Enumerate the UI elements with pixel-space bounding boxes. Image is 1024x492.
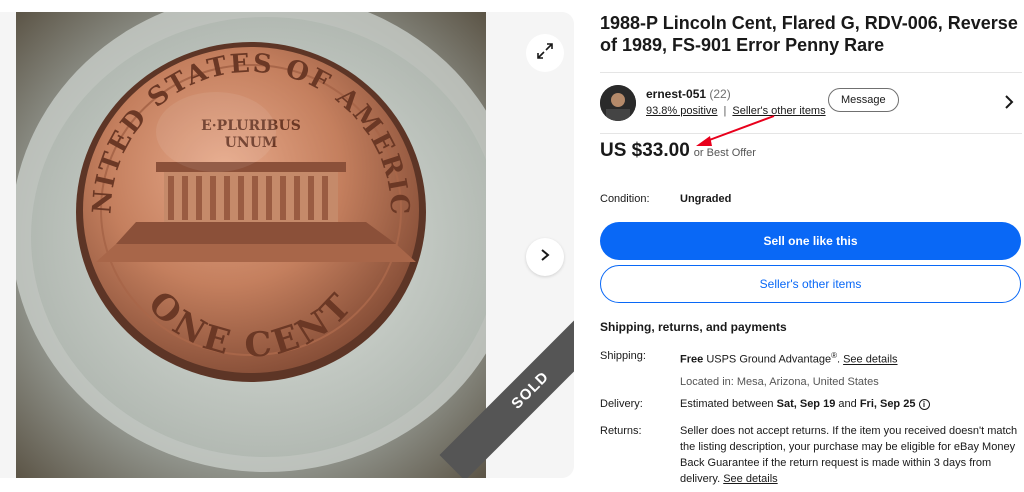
seller-avatar[interactable] xyxy=(600,85,636,121)
delivery-end: Fri, Sep 25 xyxy=(859,398,916,410)
delivery-value: Estimated between Sat, Sep 19 and Fri, S… xyxy=(680,396,1020,412)
chevron-right-icon xyxy=(538,248,552,267)
seller-feedback-count: (22) xyxy=(709,87,731,101)
delivery-row: Delivery: Estimated between Sat, Sep 19 … xyxy=(600,396,1020,412)
returns-see-details-link[interactable]: See details xyxy=(723,473,777,485)
message-label: Message xyxy=(841,94,886,106)
shipping-see-details-link[interactable]: See details xyxy=(843,354,897,366)
shipping-service: USPS Ground Advantage xyxy=(706,353,832,366)
located-in: Located in: Mesa, Arizona, United States xyxy=(680,375,879,388)
seller-card[interactable]: ernest-051 (22) 93.8% positive | Seller'… xyxy=(600,72,1022,134)
delivery-and: and xyxy=(838,398,857,410)
registered-mark: ® xyxy=(831,351,837,360)
returns-row: Returns: Seller does not accept returns.… xyxy=(600,423,1020,487)
returns-label: Returns: xyxy=(600,425,642,437)
returns-value: Seller does not accept returns. If the i… xyxy=(680,423,1020,487)
image-gallery: E·PLURIBUS UNUM UNITED STATES OF AMERICA… xyxy=(0,12,574,478)
shipping-heading: Shipping, returns, and payments xyxy=(600,320,787,334)
listing-title: 1988-P Lincoln Cent, Flared G, RDV-006, … xyxy=(600,13,1018,55)
condition-row: Condition: Ungraded xyxy=(600,193,731,205)
message-seller-button[interactable]: Message xyxy=(828,88,899,112)
sell-one-label: Sell one like this xyxy=(763,234,858,248)
info-icon[interactable]: i xyxy=(918,398,930,410)
price: US $33.00 xyxy=(600,140,690,161)
seller-name[interactable]: ernest-051 xyxy=(646,87,706,101)
thumbnail-rail xyxy=(0,12,14,478)
shipping-free: Free xyxy=(680,353,704,366)
seller-name-row: ernest-051 (22) xyxy=(646,87,731,101)
annotation-arrow-icon xyxy=(696,115,775,146)
condition-value: Ungraded xyxy=(680,193,732,205)
delivery-prefix: Estimated between xyxy=(680,398,774,410)
delivery-start: Sat, Sep 19 xyxy=(776,398,836,410)
delivery-label: Delivery: xyxy=(600,398,643,410)
shipping-label: Shipping: xyxy=(600,350,646,362)
expand-icon xyxy=(536,42,554,65)
listing-photo[interactable]: E·PLURIBUS UNUM UNITED STATES OF AMERICA… xyxy=(16,12,486,478)
chevron-right-icon[interactable] xyxy=(1004,95,1014,112)
coin-photo: E·PLURIBUS UNUM UNITED STATES OF AMERICA… xyxy=(16,12,486,478)
expand-image-button[interactable] xyxy=(526,34,564,72)
next-image-button[interactable] xyxy=(526,238,564,276)
shipping-row: Shipping: Free USPS Ground Advantage®. S… xyxy=(600,348,1020,390)
sold-label: SOLD xyxy=(507,367,553,413)
shipping-value: Free USPS Ground Advantage®. See details… xyxy=(680,348,1020,390)
sellers-other-items-label: Seller's other items xyxy=(759,277,862,291)
sell-one-like-this-button[interactable]: Sell one like this xyxy=(600,222,1021,260)
listing-details: 1988-P Lincoln Cent, Flared G, RDV-006, … xyxy=(600,12,1022,485)
condition-label: Condition: xyxy=(600,193,650,205)
sellers-other-items-button[interactable]: Seller's other items xyxy=(600,265,1021,303)
